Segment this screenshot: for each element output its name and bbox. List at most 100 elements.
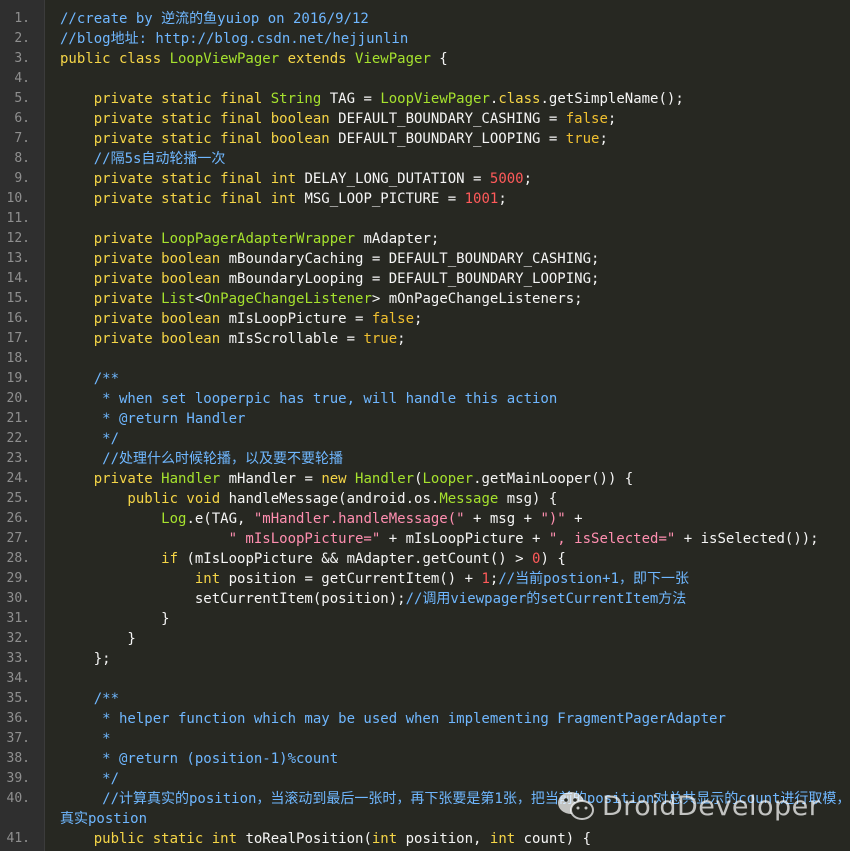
code-token: Handler <box>355 471 415 487</box>
code-token: count) { <box>515 831 592 847</box>
code-token: ; <box>414 311 423 327</box>
code-line: 37. * <box>0 729 850 749</box>
code-token: DEFAULT_BOUNDARY_LOOPING = <box>329 131 566 147</box>
code-token: * @return Handler <box>60 411 246 427</box>
line-number: 29. <box>6 571 30 586</box>
code-text: /** <box>60 689 119 709</box>
code-token: ; <box>607 111 617 127</box>
code-line: 31. } <box>0 609 850 629</box>
code-text: private boolean mBoundaryCaching = DEFAU… <box>60 249 600 269</box>
code-token: private boolean <box>60 271 221 287</box>
code-line: 22. */ <box>0 429 850 449</box>
code-token: handleMessage(android.os. <box>220 491 440 507</box>
code-token: String <box>270 91 322 107</box>
code-token: ; <box>397 331 406 347</box>
code-text: private boolean mIsScrollable = true; <box>60 329 406 349</box>
line-number: 18. <box>6 351 30 366</box>
code-token: //处理什么时候轮播，以及要不要轮播 <box>60 451 343 467</box>
code-token: LoopPagerAdapterWrapper <box>161 231 356 247</box>
code-token: * <box>60 731 111 747</box>
code-token: TAG = <box>321 91 381 107</box>
code-token: mIsLoopPicture = <box>220 311 372 327</box>
code-token: //blog地址: http://blog.csdn.net/hejjunlin <box>60 31 409 47</box>
code-line: 15. private List<OnPageChangeListener> m… <box>0 289 850 309</box>
code-token: //当前postion+1，即下一张 <box>498 571 690 587</box>
code-line: 17. private boolean mIsScrollable = true… <box>0 329 850 349</box>
watermark: DroidDeveloper <box>556 786 850 826</box>
line-number: 32. <box>6 631 30 646</box>
code-text: } <box>60 609 170 629</box>
line-number: 12. <box>6 231 30 246</box>
code-text: setCurrentItem(position);//调用viewpager的s… <box>60 589 686 609</box>
code-text: private static final boolean DEFAULT_BOU… <box>60 129 608 149</box>
code-text: //create by 逆流的鱼yuiop on 2016/9/12 <box>60 9 369 29</box>
code-token: private static final <box>60 91 271 107</box>
code-token: Log <box>60 511 187 527</box>
line-number: 4. <box>14 71 30 86</box>
code-token: * when set looperpic has true, will hand… <box>60 391 558 407</box>
code-token: //隔5s自动轮播一次 <box>60 151 226 167</box>
code-token: * @return (position-1)%count <box>60 751 339 767</box>
line-number: 33. <box>6 651 30 666</box>
code-token: /** <box>60 691 120 707</box>
code-token: mBoundaryCaching = DEFAULT_BOUNDARY_CASH… <box>220 251 600 267</box>
code-line: 25. public void handleMessage(android.os… <box>0 489 850 509</box>
code-line: 36. * helper function which may be used … <box>0 709 850 729</box>
code-token: private static final boolean <box>60 111 330 127</box>
code-text: private List<OnPageChangeListener> mOnPa… <box>60 289 583 309</box>
code-text: */ <box>60 429 119 449</box>
code-token: * helper function which may be used when… <box>60 711 726 727</box>
line-number: 19. <box>6 371 30 386</box>
code-token: ", isSelected=" <box>548 531 676 547</box>
code-token: 1001 <box>464 191 499 207</box>
code-line: 10. private static final int MSG_LOOP_PI… <box>0 189 850 209</box>
code-text: private boolean mIsLoopPicture = false; <box>60 309 423 329</box>
code-line: 35. /** <box>0 689 850 709</box>
code-line: 38. * @return (position-1)%count <box>0 749 850 769</box>
code-line: 7. private static final boolean DEFAULT_… <box>0 129 850 149</box>
code-token: } <box>60 611 170 627</box>
code-token: */ <box>60 431 120 447</box>
code-token: LoopViewPager <box>380 91 490 107</box>
code-token: private <box>60 291 162 307</box>
line-number: 26. <box>6 511 30 526</box>
code-token: }; <box>60 651 111 667</box>
code-token: new <box>321 471 356 487</box>
code-line: 14. private boolean mBoundaryLooping = D… <box>0 269 850 289</box>
code-token: 5000 <box>489 171 524 187</box>
code-text: if (mIsLoopPicture && mAdapter.getCount(… <box>60 549 566 569</box>
code-token: toRealPosition( <box>237 831 372 847</box>
code-line: 1. //create by 逆流的鱼yuiop on 2016/9/12 <box>0 9 850 29</box>
code-text: " mIsLoopPicture=" + mIsLoopPicture + ",… <box>60 529 819 549</box>
code-line: 6. private static final boolean DEFAULT_… <box>0 109 850 129</box>
code-line: 27. " mIsLoopPicture=" + mIsLoopPicture … <box>0 529 850 549</box>
code-line: 29. int position = getCurrentItem() + 1;… <box>0 569 850 589</box>
code-text: * helper function which may be used when… <box>60 709 726 729</box>
code-token: { <box>430 51 448 67</box>
code-text: */ <box>60 769 119 789</box>
code-token: ViewPager <box>355 51 431 67</box>
line-number: 38. <box>6 751 30 766</box>
code-token: mAdapter; <box>355 231 440 247</box>
code-line: 5. private static final String TAG = Loo… <box>0 89 850 109</box>
code-token: public void <box>60 491 221 507</box>
line-number: 9. <box>14 171 30 186</box>
code-line: 18. <box>0 349 850 369</box>
code-token: ; <box>523 171 533 187</box>
wechat-icon <box>556 789 596 823</box>
code-line: 16. private boolean mIsLoopPicture = fal… <box>0 309 850 329</box>
line-number: 23. <box>6 451 30 466</box>
code-token: msg) { <box>498 491 558 507</box>
code-token: ) { <box>540 551 566 567</box>
code-token: List <box>161 291 195 307</box>
code-token: private static final int <box>60 191 297 207</box>
line-number: 2. <box>14 31 30 46</box>
code-text: //隔5s自动轮播一次 <box>60 149 226 169</box>
code-token: } <box>60 631 136 647</box>
code-token: setCurrentItem(position); <box>60 591 406 607</box>
code-area: 1. //create by 逆流的鱼yuiop on 2016/9/12 2. //… <box>0 9 850 849</box>
code-text: * <box>60 729 111 749</box>
code-token: " mIsLoopPicture=" <box>60 531 381 547</box>
code-line: 9. private static final int DELAY_LONG_D… <box>0 169 850 189</box>
code-text: private Handler mHandler = new Handler(L… <box>60 469 634 489</box>
